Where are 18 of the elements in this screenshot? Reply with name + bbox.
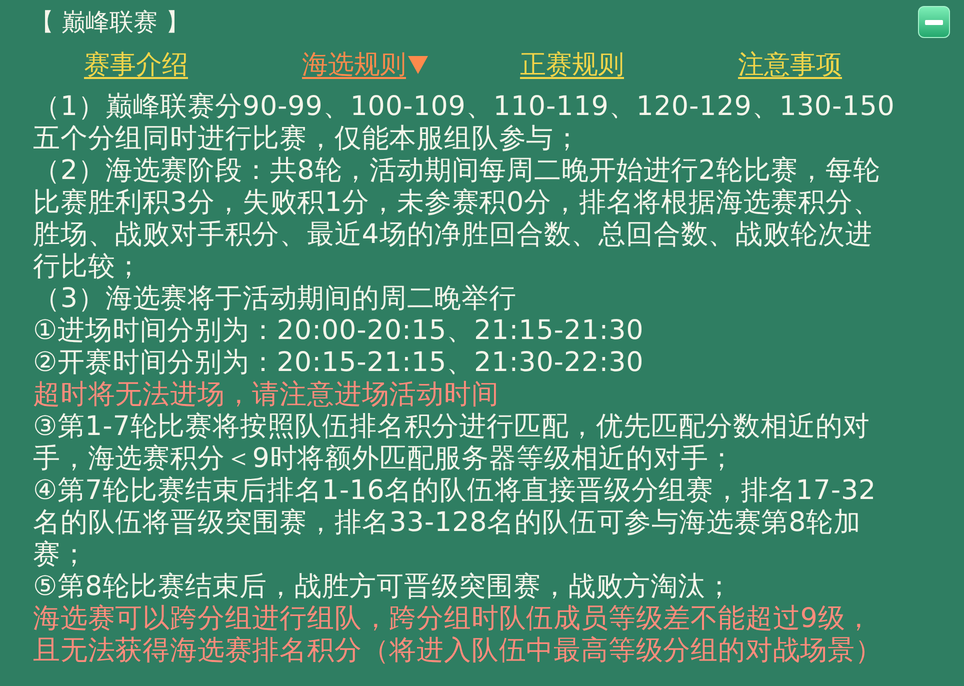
- tab[interactable]: 海选规则: [302, 49, 428, 81]
- rule-text: ①进场时间分别为：20:00-20:15、21:15-21:30: [33, 315, 645, 347]
- rule-text: （3）海选赛将于活动期间的周二晚举行: [33, 283, 518, 315]
- warning-text: 海选赛可以跨分组进行组队，跨分组时队伍成员等级差不能超过9级，且无法获得海选赛排名积分（将进入队伍中最高等级分组的对战场景）: [33, 603, 884, 667]
- tab[interactable]: 注意事项: [738, 49, 842, 81]
- caret-icon: [408, 56, 428, 74]
- rule-text: ④第7轮比赛结束后排名1-16名的队伍将直接晋级分组赛，排名17-32名的队伍将晋级突围赛，排名33-128名的队伍可参与海选赛第8轮加赛；: [33, 475, 878, 571]
- rule-text: ⑤第8轮比赛结束后，战胜方可晋级突围赛，战败方淘汰；: [33, 571, 734, 603]
- page-title: 【 巅峰联赛 】: [30, 8, 190, 36]
- tab[interactable]: 正赛规则: [520, 49, 624, 81]
- minimize-button[interactable]: [918, 6, 950, 38]
- rule-text: ②开赛时间分别为：20:15-21:15、21:30-22:30: [33, 347, 645, 379]
- rule-text: （2）海选赛阶段：共8轮，活动期间每周二晚开始进行2轮比赛，每轮比赛胜利积3分，失败积1分，未参赛积0分，排名将根据海选赛积分、胜场、战败对手积分、最近4场的净胜回合数、总回合数、战败轮次进行比较；: [33, 155, 882, 283]
- minus-icon: [925, 20, 943, 24]
- tab[interactable]: 赛事介绍: [84, 49, 188, 81]
- rule-text: ③第1-7轮比赛将按照队伍排名积分进行匹配，优先匹配分数相近的对手，海选赛积分＜9时将额外匹配服务器等级相近的对手；: [33, 411, 872, 475]
- rule-text: （1）巅峰联赛分90-99、100-109、110-119、120-129、130-150五个分组同时进行比赛，仅能本服组队参与；: [33, 91, 896, 155]
- warning-text: 超时将无法进场，请注意进场活动时间: [33, 379, 500, 411]
